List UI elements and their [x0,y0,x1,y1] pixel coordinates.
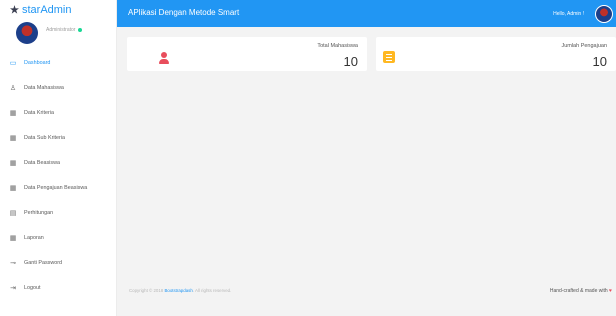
avatar[interactable] [16,22,38,44]
brand-star-text: star [21,4,41,16]
sidebar-item-label: Data Kriteria [24,109,54,116]
sidebar-item-label: Ganti Password [24,259,63,266]
calculator-icon: ▤ [9,209,17,217]
sidebar-item-data-pengajuan-beasiswa[interactable]: ▦ Data Pengajuan Beasiswa [0,175,116,200]
sidebar-item-data-sub-kriteria[interactable]: ▦ Data Sub Kriteria [0,125,116,150]
profile-role: Administrator [46,27,83,33]
sidebar-item-label: Dashboard [24,59,51,66]
sidebar-item-logout[interactable]: ⇥ Logout [0,275,116,300]
sidebar-item-laporan[interactable]: ▦ Laporan [0,225,116,250]
stat-card-jumlah-pengajuan: Jumlah Pengajuan 10 [376,37,616,71]
sidebar-item-label: Logout [24,284,41,291]
sidebar-item-data-beasiswa[interactable]: ▦ Data Beasiswa [0,150,116,175]
sidebar-item-label: Data Pengajuan Beasiswa [24,184,88,191]
table-icon: ▦ [9,184,17,192]
sidebar-item-dashboard[interactable]: ▭ Dashboard [0,50,116,75]
key-icon: ⊸ [10,259,16,267]
bootstrapdash-link[interactable]: Bootstrapdash [164,288,192,293]
made-with-text: Hand-crafted & made with ♥ [549,288,612,294]
sidebar-item-label: Data Sub Kriteria [24,134,66,141]
heart-icon: ♥ [609,288,612,294]
sidebar: ★ star Admin Administrator ▭ Dashboard ♙ … [0,0,117,316]
sidebar-item-label: Data Mahasiswa [24,84,64,91]
table-icon: ▦ [9,159,17,167]
logout-icon: ⇥ [10,284,16,292]
stat-value: 10 [592,54,607,69]
user-greeting[interactable]: Hello, Admin ! [553,11,584,17]
sidebar-item-label: Data Beasiswa [24,159,60,166]
list-icon [383,51,395,63]
copyright-text: Copyright © 2018 Bootstrapdash. All righ… [129,288,232,293]
sidebar-nav: ▭ Dashboard ♙ Data Mahasiswa ▦ Data Krit… [0,50,116,300]
sidebar-item-label: Perhitungan [24,209,54,216]
sidebar-item-ganti-password[interactable]: ⊸ Ganti Password [0,250,116,275]
stat-label: Jumlah Pengajuan [561,43,607,49]
top-navbar: APlikasi Dengan Metode Smart Hello, Admi… [117,0,616,27]
sidebar-item-label: Laporan [24,234,44,241]
brand-logo[interactable]: ★ star Admin [0,0,116,20]
stat-value: 10 [343,54,358,69]
report-icon: ▦ [9,234,17,242]
user-icon [157,51,171,65]
sidebar-item-data-kriteria[interactable]: ▦ Data Kriteria [0,100,116,125]
profile-block: Administrator [0,20,116,50]
sidebar-item-data-mahasiswa[interactable]: ♙ Data Mahasiswa [0,75,116,100]
table-icon: ▦ [9,134,17,142]
footer: Copyright © 2018 Bootstrapdash. All righ… [117,286,616,298]
online-status-dot [78,27,83,32]
monitor-icon: ▭ [9,59,17,67]
brand-admin-text: Admin [40,4,72,16]
stat-label: Total Mahasiswa [317,43,358,49]
star-icon: ★ [10,4,19,16]
sidebar-item-perhitungan[interactable]: ▤ Perhitungan [0,200,116,225]
avatar[interactable] [595,5,613,23]
stat-card-total-mahasiswa: Total Mahasiswa 10 [127,37,367,71]
user-icon: ♙ [9,84,17,92]
table-icon: ▦ [9,109,17,117]
page-title: APlikasi Dengan Metode Smart [128,8,240,17]
